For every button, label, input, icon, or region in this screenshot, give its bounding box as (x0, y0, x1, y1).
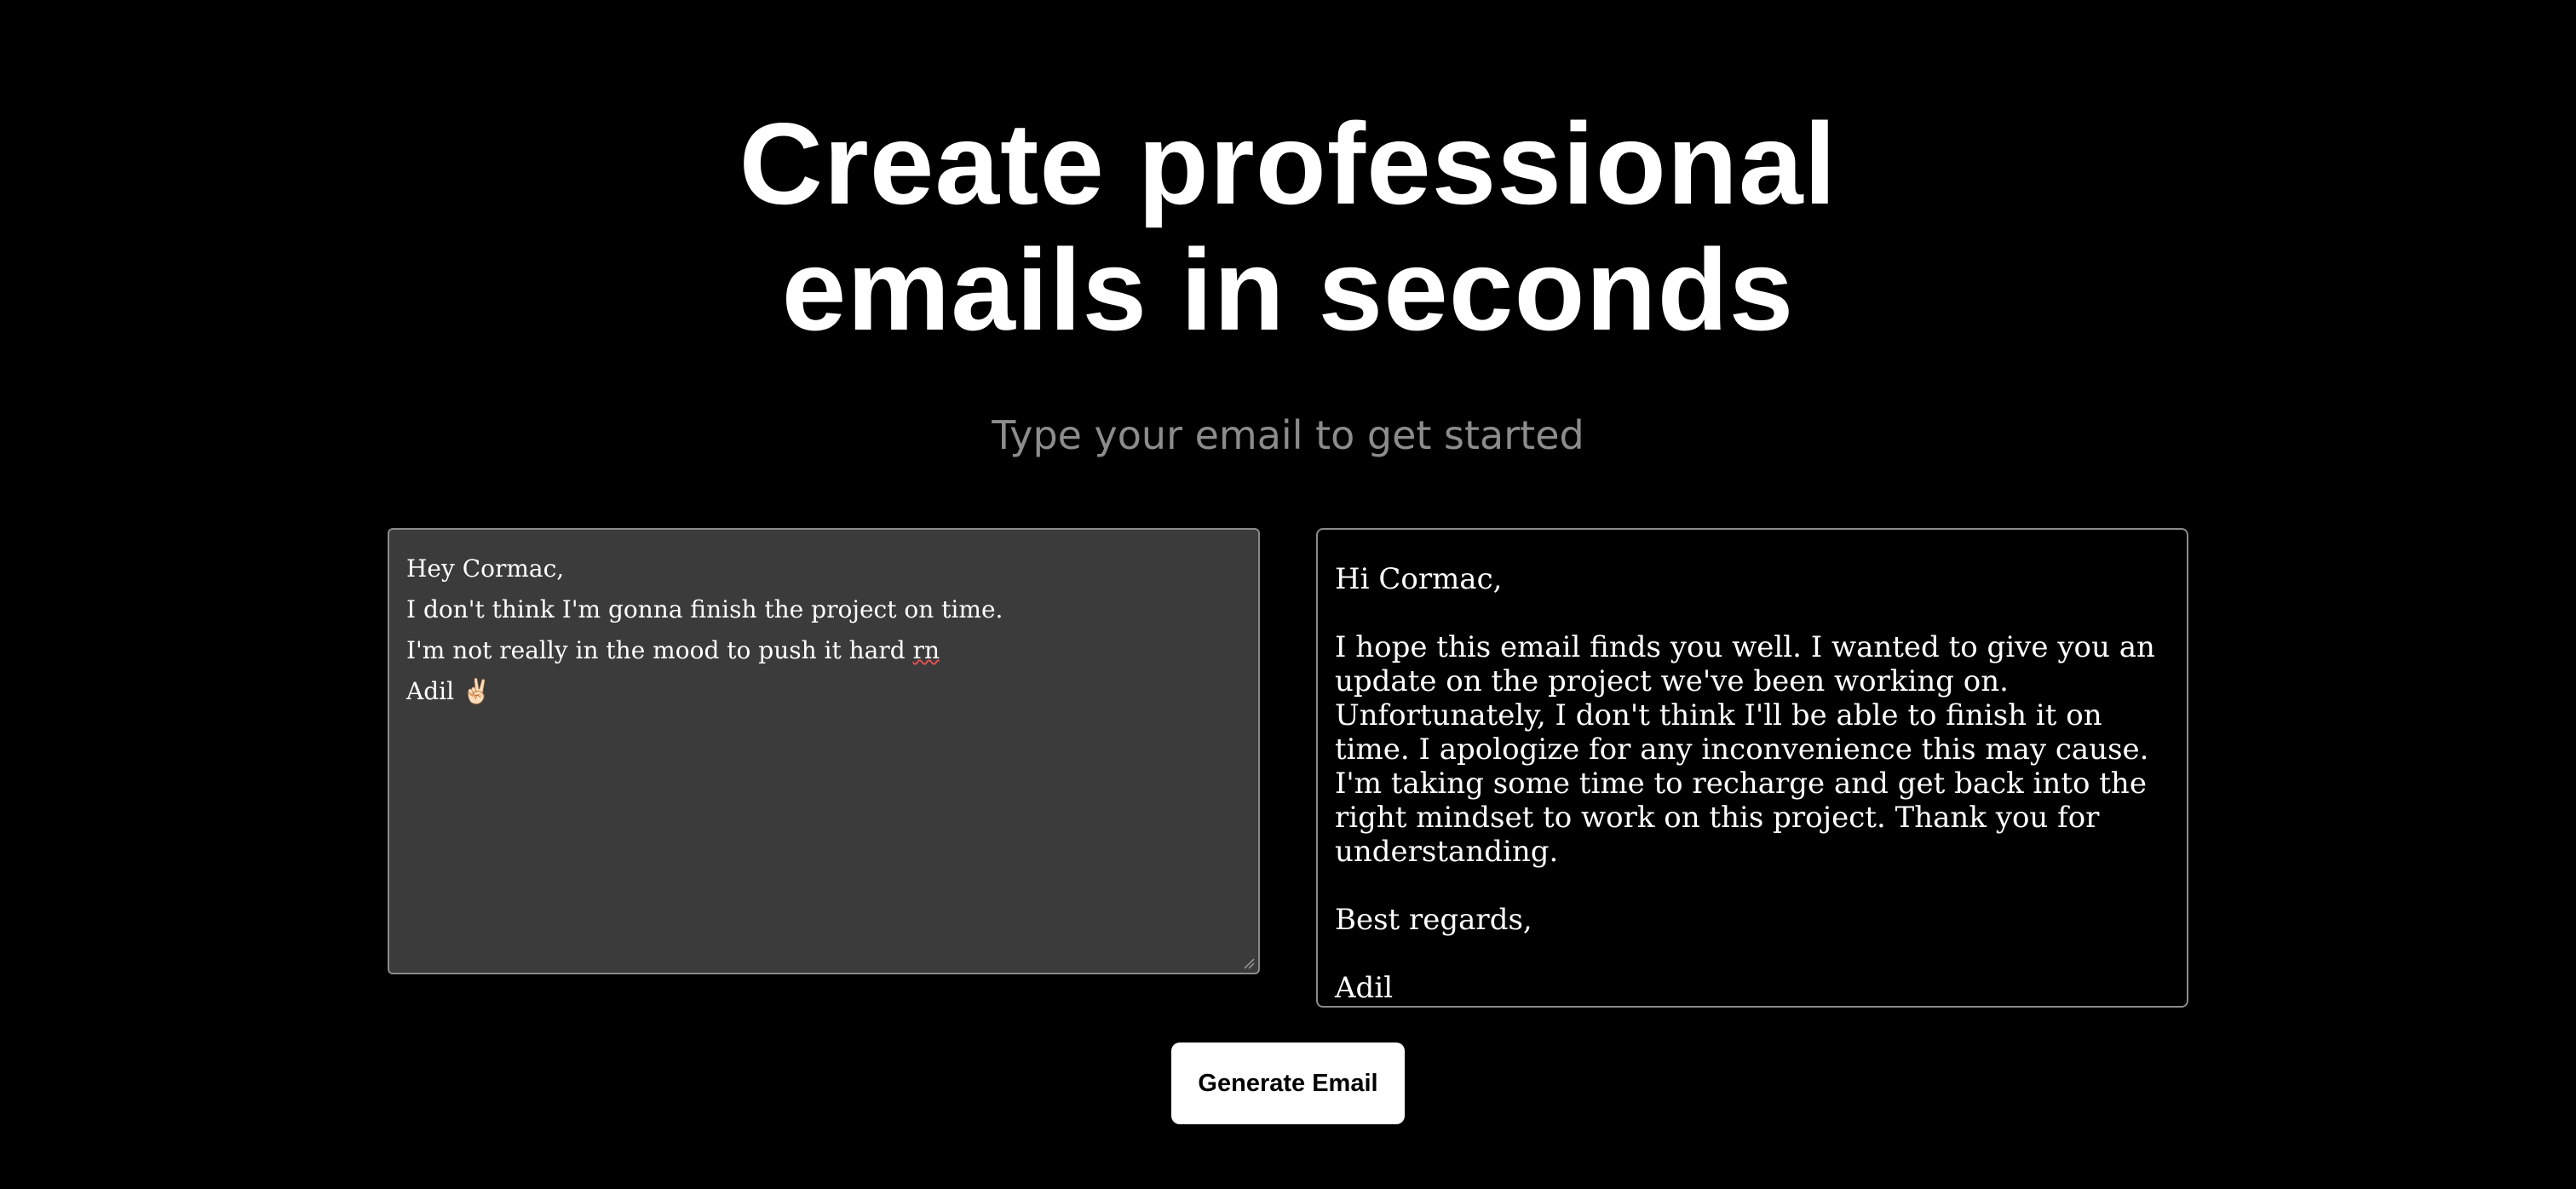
spellcheck-word: rn (912, 636, 940, 664)
hero-subtitle: Type your email to get started (992, 412, 1584, 458)
generated-email-output: Hi Cormac, I hope this email finds you w… (1316, 528, 2188, 1008)
hero-title-line-2: emails in seconds (781, 225, 1795, 354)
resize-handle-icon[interactable] (1243, 957, 1255, 969)
email-draft-textarea[interactable]: Hey Cormac, I don't think I'm gonna fini… (388, 528, 1260, 974)
draft-line-greeting: Hey Cormac, (406, 554, 565, 583)
output-greeting: Hi Cormac, (1335, 562, 1503, 596)
hero-title-line-1: Create professional (739, 99, 1837, 228)
draft-line-1: I don't think I'm gonna finish the proje… (406, 595, 1003, 623)
output-closing: Best regards, (1335, 903, 1532, 937)
output-body: I hope this email finds you well. I want… (1335, 630, 2155, 869)
hero-title: Create professional emails in seconds (0, 101, 2576, 353)
output-signature: Adil (1335, 971, 1394, 1005)
draft-line-signature: Adil ✌🏻 (406, 677, 492, 705)
draft-line-2: I'm not really in the mood to push it ha… (406, 636, 913, 664)
generate-email-button[interactable]: Generate Email (1171, 1043, 1405, 1124)
